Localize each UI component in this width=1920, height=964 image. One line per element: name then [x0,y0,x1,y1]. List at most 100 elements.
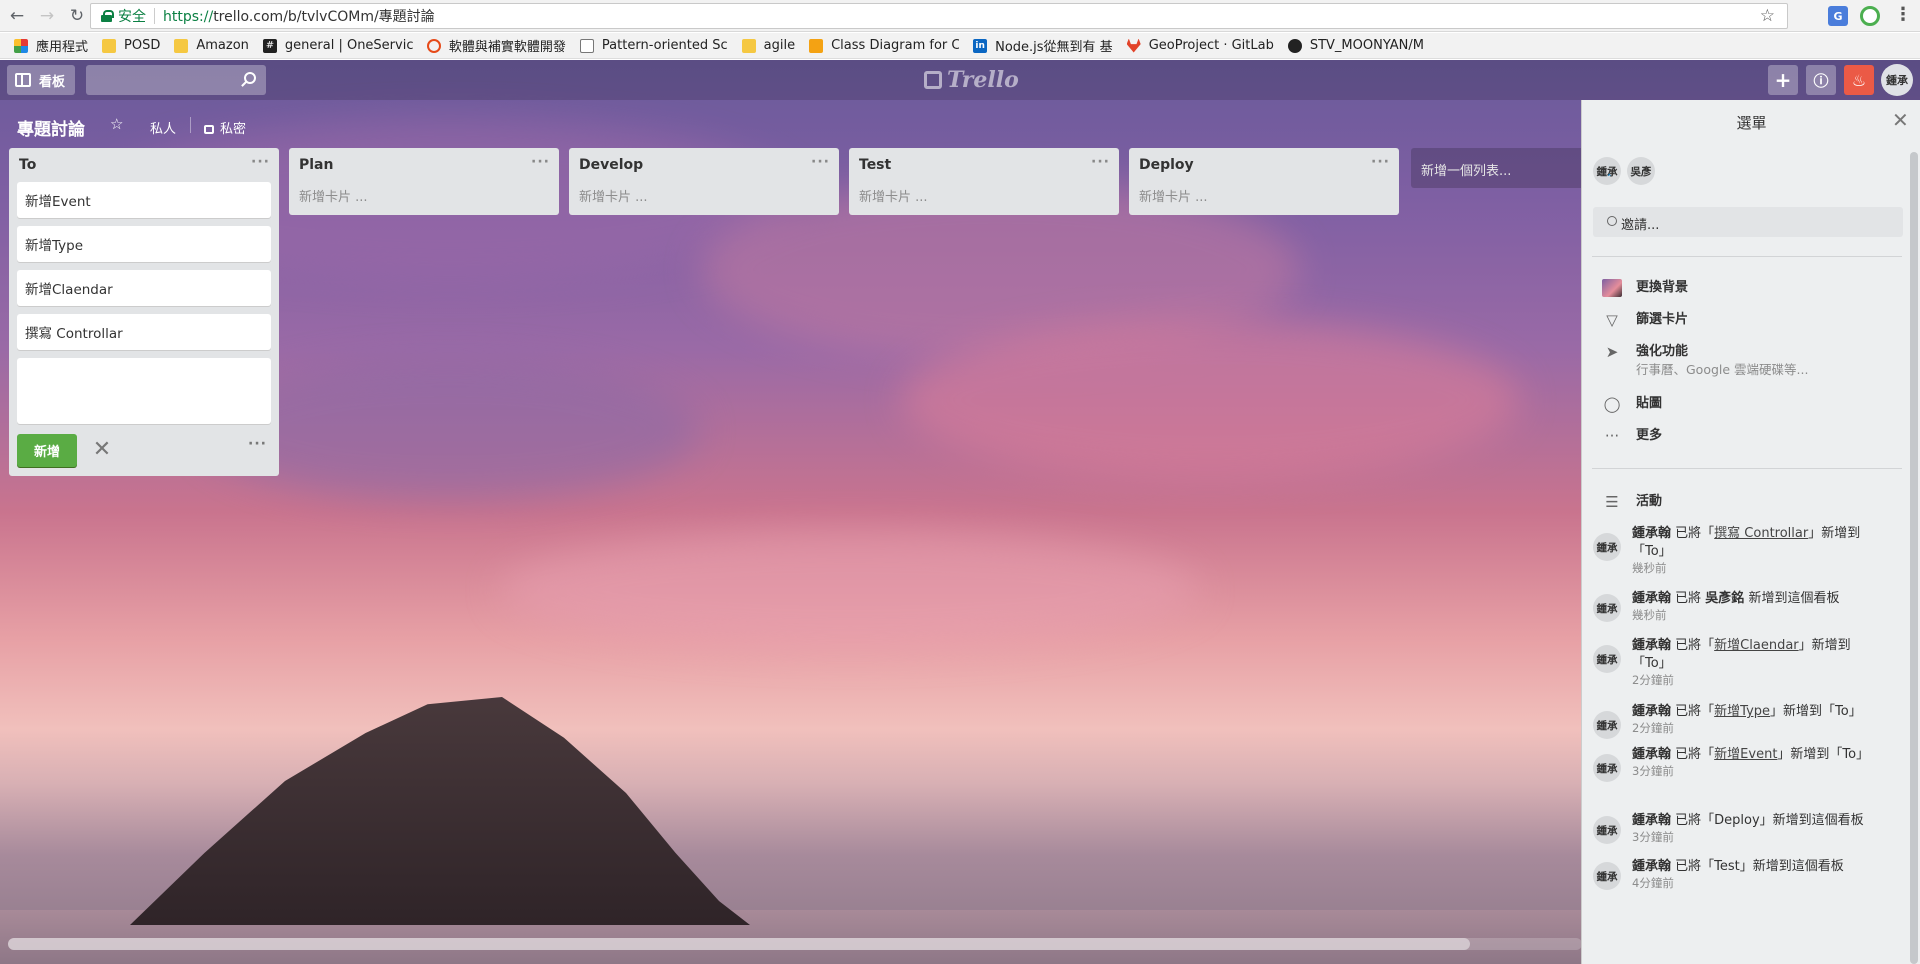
translate-extension-icon[interactable]: G [1828,6,1848,26]
new-card-textarea[interactable] [17,358,271,424]
add-card-link[interactable]: 新增卡片 ... [569,182,839,215]
bookmark-item[interactable]: Amazon [174,38,249,53]
activity-user[interactable]: 鍾承翰 [1632,591,1671,606]
activity-avatar[interactable]: 鍾承 [1593,754,1621,782]
activity-avatar[interactable]: 鍾承 [1593,862,1621,890]
activity-card-link[interactable]: 新增Claendar [1714,638,1798,653]
list-header[interactable]: Deploy ··· [1129,148,1399,182]
search-icon[interactable] [244,72,256,84]
close-icon[interactable]: ✕ [1892,108,1909,132]
activity-avatar[interactable]: 鍾承 [1593,533,1621,561]
user-avatar[interactable]: 鍾承 [1881,64,1913,96]
activity-text: 鍾承翰 已將「新增Type」新增到「To」 2分鐘前 [1632,703,1882,735]
list-header[interactable]: Develop ··· [569,148,839,182]
activity-avatar[interactable]: 鍾承 [1593,816,1621,844]
list-menu-icon[interactable]: ··· [1371,154,1390,170]
card[interactable]: 新增Claendar [17,270,271,306]
board-title[interactable]: 專題討論 [17,115,85,140]
bookmark-label: Amazon [196,38,249,53]
menu-more[interactable]: ··· 更多 [1602,426,1662,446]
activity-card-link[interactable]: 撰寫 Controllar [1714,526,1808,541]
card[interactable]: 新增Event [17,182,271,218]
browser-menu-icon[interactable]: ⋮ [1894,4,1912,25]
activity-timestamp[interactable]: 2分鐘前 [1632,721,1882,735]
horizontal-scrollbar-thumb[interactable] [8,938,1470,950]
menu-stickers[interactable]: ◯ 貼圖 [1602,394,1662,414]
more-options-icon[interactable]: ··· [248,436,267,452]
bookmark-label: Class Diagram for C [831,38,960,53]
address-bar[interactable]: 安全 https://trello.com/b/tvlvCOMm/專題討論 ☆ [90,3,1788,29]
list-title[interactable]: Deploy [1139,157,1194,173]
extension-icon[interactable] [1860,6,1880,26]
activity-user[interactable]: 鍾承翰 [1632,638,1671,653]
activity-member-name[interactable]: 吳彥銘 [1705,591,1744,606]
activity-card-link[interactable]: 新增Type [1714,704,1770,719]
sidebar-scrollbar[interactable] [1910,152,1918,964]
list-header[interactable]: Plan ··· [289,148,559,182]
bookmark-item[interactable]: POSD [102,38,160,53]
list-menu-icon[interactable]: ··· [1091,154,1110,170]
list-title[interactable]: Plan [299,157,333,173]
bookmark-item[interactable]: Class Diagram for C [809,38,959,53]
list-menu-icon[interactable]: ··· [811,154,830,170]
member-avatar[interactable]: 吳彥 [1627,157,1655,185]
card[interactable]: 撰寫 Controllar [17,314,271,350]
activity-timestamp[interactable]: 4分鐘前 [1632,876,1882,890]
menu-filter-cards[interactable]: ▽ 篩選卡片 [1602,310,1688,330]
board-team-label[interactable]: 私人 [150,118,176,137]
activity-user[interactable]: 鍾承翰 [1632,859,1671,874]
folder-icon [174,38,189,53]
list-title[interactable]: Develop [579,157,643,173]
list-menu-icon[interactable]: ··· [251,154,270,170]
close-icon[interactable]: ✕ [87,434,117,464]
bookmark-item[interactable]: # general | OneServic [262,38,413,53]
activity-card-link[interactable]: 新增Event [1714,747,1777,762]
trello-logo[interactable]: Trello [924,67,1019,93]
notification-bell-icon[interactable]: ♨ [1844,65,1874,95]
activity-timestamp[interactable]: 2分鐘前 [1632,673,1882,687]
forward-button[interactable]: → [34,3,60,29]
menu-power-ups[interactable]: ➤ 強化功能 行事曆、Google 雲端硬碟等... [1602,342,1809,378]
bookmark-item[interactable]: GeoProject · GitLab [1126,38,1274,53]
list-header[interactable]: To ··· [9,148,279,182]
add-icon[interactable]: + [1768,65,1798,95]
list-title[interactable]: Test [859,157,891,173]
add-card-link[interactable]: 新增卡片 ... [849,182,1119,215]
activity-user[interactable]: 鍾承翰 [1632,704,1671,719]
list-title[interactable]: To [19,157,36,173]
activity-avatar[interactable]: 鍾承 [1593,645,1621,673]
activity-avatar[interactable]: 鍾承 [1593,711,1621,739]
bookmark-item[interactable]: 應用程式 [14,36,88,55]
bookmark-star-icon[interactable]: ☆ [1760,6,1775,26]
search-input[interactable] [86,65,266,95]
activity-timestamp[interactable]: 幾秒前 [1632,561,1882,575]
add-card-link[interactable]: 新增卡片 ... [1129,182,1399,215]
card[interactable]: 新增Type [17,226,271,262]
activity-avatar[interactable]: 鍾承 [1593,594,1621,622]
back-button[interactable]: ← [4,3,30,29]
reload-button[interactable]: ↻ [64,3,90,29]
bookmark-item[interactable]: Pattern-oriented Sc [579,38,728,53]
bookmark-item[interactable]: 軟體與補實軟體開發 [426,36,566,55]
board-visibility-button[interactable]: 私密 [204,118,246,137]
list-menu-icon[interactable]: ··· [531,154,550,170]
info-icon[interactable]: ⓘ [1806,65,1836,95]
activity-user[interactable]: 鍾承翰 [1632,747,1671,762]
bookmark-item[interactable]: in Node.js從無到有 基 [973,36,1113,55]
boards-button[interactable]: 看板 [7,65,76,95]
list-header[interactable]: Test ··· [849,148,1119,182]
add-card-button[interactable]: 新增 [17,434,77,467]
activity-timestamp[interactable]: 幾秒前 [1632,608,1882,622]
menu-change-background[interactable]: 更換背景 [1602,278,1688,298]
folder-icon [102,38,117,53]
activity-timestamp[interactable]: 3分鐘前 [1632,830,1882,844]
activity-timestamp[interactable]: 3分鐘前 [1632,764,1882,778]
star-icon[interactable]: ☆ [110,115,123,133]
add-list-button[interactable]: 新增一個列表... [1411,148,1587,188]
invite-button[interactable]: 邀請... [1593,207,1903,237]
add-card-link[interactable]: 新增卡片 ... [289,182,559,215]
bookmark-item[interactable]: agile [741,38,795,53]
activity-user[interactable]: 鍾承翰 [1632,526,1671,541]
bookmark-item[interactable]: STV_MOONYAN/M [1287,38,1424,53]
activity-user[interactable]: 鍾承翰 [1632,813,1671,828]
